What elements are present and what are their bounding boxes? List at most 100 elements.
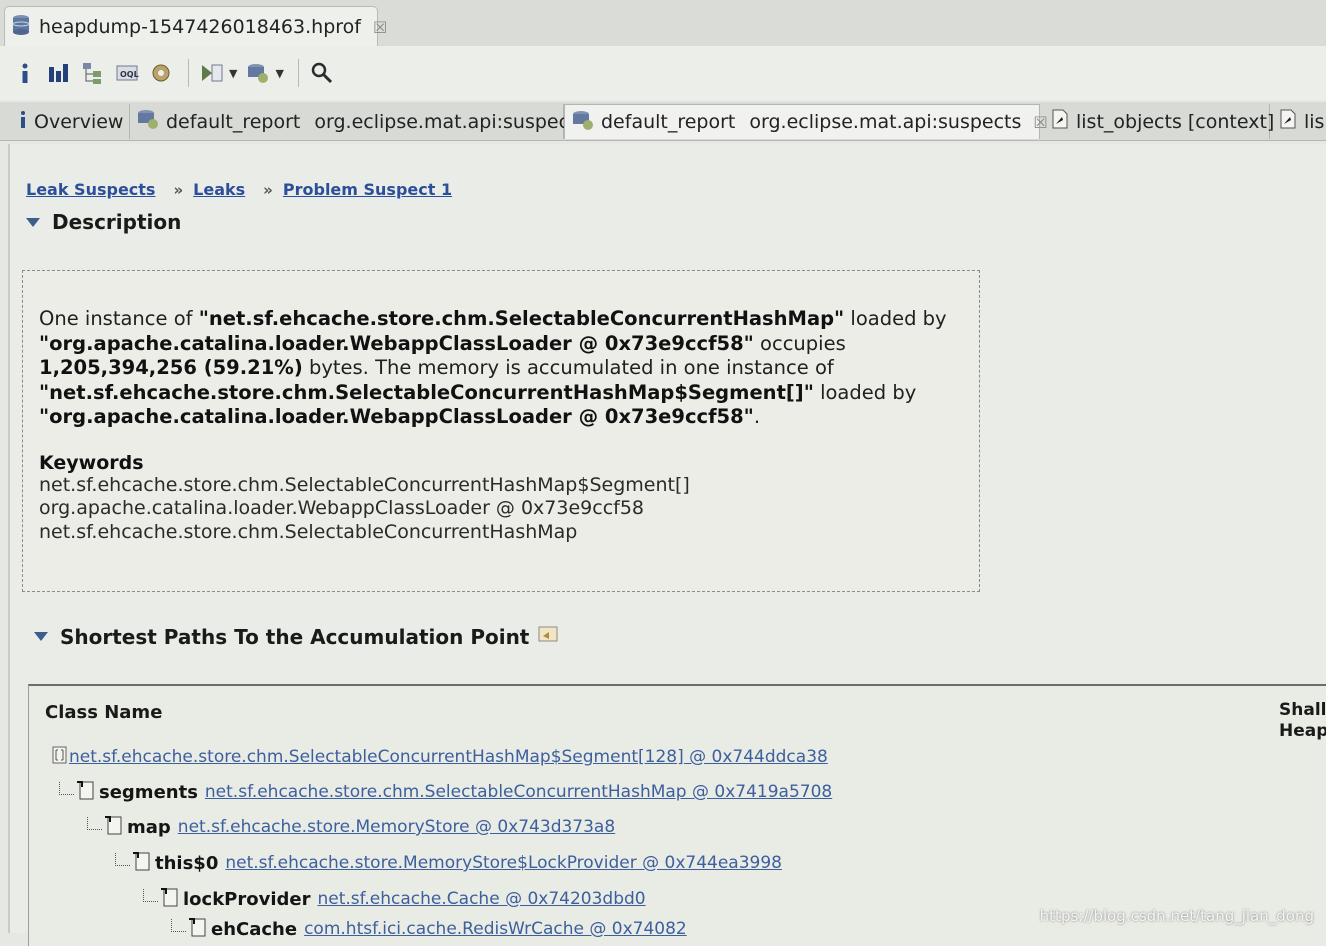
collapse-triangle-icon[interactable] [34, 632, 48, 641]
tab-label: Overview [34, 110, 124, 133]
tab-list-objects[interactable]: list_objects [context] [1044, 104, 1274, 139]
details-link-icon[interactable] [537, 624, 561, 649]
object-link[interactable]: com.htsf.ici.cache.RedisWrCache @ 0x7408… [304, 919, 687, 939]
description-heading: Description [52, 210, 182, 234]
tab-default-report-1[interactable]: default_report org.eclipse.mat.api:suspe… [130, 104, 586, 139]
breadcrumb-separator: » [263, 180, 273, 199]
header-line: Heap [1279, 721, 1326, 741]
reports-icon[interactable] [243, 58, 273, 88]
breadcrumb: Leak Suspects » Leaks » Problem Suspect … [26, 180, 452, 199]
histogram-icon[interactable] [44, 58, 74, 88]
toolbar: OQL ▼ ▼ [0, 46, 1326, 100]
tree-connector [87, 816, 102, 830]
editor-title: heapdump-1547426018463.hprof [39, 16, 361, 38]
object-link[interactable]: net.sf.ehcache.store.MemoryStore$LockPro… [225, 853, 782, 873]
table-row[interactable]: map net.sf.ehcache.store.MemoryStore @ 0… [87, 812, 615, 842]
tree-connector [171, 918, 186, 932]
object-icon [76, 779, 96, 805]
search-icon[interactable] [307, 58, 337, 88]
retained-size-text: 1,205,394,256 (59.21%) [39, 356, 303, 380]
table-row[interactable]: net.sf.ehcache.store.chm.SelectableConcu… [51, 742, 828, 772]
keyword-item: org.apache.catalina.loader.WebappClassLo… [39, 497, 645, 520]
editor-tab[interactable]: heapdump-1547426018463.hprof ☒ [4, 6, 387, 47]
keyword-item: net.sf.ehcache.store.chm.SelectableConcu… [39, 520, 578, 543]
tab-default-report-2[interactable]: default_report org.eclipse.mat.api:suspe… [564, 104, 1048, 139]
object-icon [104, 814, 124, 840]
toolbar-separator [188, 59, 189, 87]
breadcrumb-leaks[interactable]: Leaks [193, 180, 245, 199]
array-icon [51, 745, 69, 769]
tab-label: lis [1304, 110, 1325, 133]
table-row[interactable]: ehCache com.htsf.ici.cache.RedisWrCache … [171, 914, 687, 944]
editor-title-bar: heapdump-1547426018463.hprof ☒ [0, 0, 1326, 47]
field-name: this$0 [155, 852, 219, 874]
description-text: One instance of "net.sf.ehcache.store.ch… [39, 307, 965, 430]
tree-connector [115, 852, 130, 866]
text-segment: bytes. The memory is accumulated in one … [302, 356, 834, 380]
run-expert-icon[interactable] [197, 58, 227, 88]
watermark: https://blog.csdn.net/tang_jian_dong [1039, 907, 1314, 925]
class-loader-text: "org.apache.catalina.loader.WebappClassL… [39, 331, 754, 355]
header-line: Shall [1279, 700, 1326, 720]
thread-overview-icon[interactable] [146, 58, 176, 88]
tab-label-suffix: org.eclipse.mat.api:suspects [314, 110, 587, 133]
svg-text:OQL: OQL [120, 70, 139, 79]
column-header-shallow-heap[interactable]: Shall Heap [1279, 700, 1326, 742]
field-name: lockProvider [183, 888, 311, 910]
object-link[interactable]: net.sf.ehcache.store.MemoryStore @ 0x743… [178, 817, 615, 837]
keyword-item: net.sf.ehcache.store.chm.SelectableConcu… [39, 473, 690, 496]
chevron-down-icon[interactable]: ▼ [229, 67, 237, 80]
tab-label: default_report [601, 111, 736, 133]
object-link[interactable]: net.sf.ehcache.store.chm.SelectableConcu… [205, 782, 832, 802]
chevron-down-icon[interactable]: ▼ [275, 67, 283, 80]
column-header-class-name[interactable]: Class Name [45, 702, 162, 723]
reports-icon [136, 107, 160, 136]
tab-label: list_objects [context] [1076, 110, 1275, 133]
text-segment: loaded by [844, 307, 947, 330]
class-name-text: "net.sf.ehcache.store.chm.SelectableConc… [198, 307, 845, 330]
field-name: segments [99, 781, 198, 803]
list-objects-icon [1278, 108, 1298, 135]
description-toggle[interactable]: Description [26, 210, 181, 234]
dominator-tree-icon[interactable] [78, 58, 108, 88]
tab-list-objects-2[interactable]: lis [1272, 104, 1326, 139]
object-link[interactable]: net.sf.ehcache.Cache @ 0x74203dbd0 [318, 889, 646, 909]
description-box: One instance of "net.sf.ehcache.store.ch… [22, 270, 980, 592]
class-name-text: "net.sf.ehcache.store.chm.SelectableConc… [39, 380, 814, 404]
paths-heading: Shortest Paths To the Accumulation Point [60, 624, 530, 649]
paths-toggle[interactable]: Shortest Paths To the Accumulation Point [34, 624, 561, 649]
object-icon [160, 886, 180, 912]
heap-dump-icon [11, 13, 31, 41]
class-loader-text: "org.apache.catalina.loader.WebappClassL… [39, 405, 754, 429]
field-name: ehCache [211, 918, 298, 940]
text-segment: . [753, 405, 761, 429]
tab-overview[interactable]: Overview [8, 104, 130, 139]
oql-icon[interactable]: OQL [112, 58, 142, 88]
text-segment: One instance of [39, 307, 199, 330]
close-icon[interactable]: ☒ [373, 18, 387, 37]
list-objects-icon [1050, 108, 1070, 135]
result-tabs: Overview default_report org.eclipse.mat.… [0, 102, 1326, 141]
collapse-triangle-icon[interactable] [26, 217, 40, 227]
text-segment: loaded by [813, 380, 917, 404]
field-name: map [127, 816, 171, 838]
report-content: Leak Suspects » Leaks » Problem Suspect … [8, 144, 1326, 946]
table-row[interactable]: segments net.sf.ehcache.store.chm.Select… [59, 777, 832, 807]
object-link[interactable]: net.sf.ehcache.store.chm.SelectableConcu… [69, 747, 828, 767]
breadcrumb-problem-suspect[interactable]: Problem Suspect 1 [283, 180, 452, 199]
tree-connector [59, 781, 74, 795]
tree-connector [143, 888, 158, 902]
object-icon [188, 916, 208, 942]
text-segment: occupies [753, 331, 846, 355]
info-icon[interactable] [10, 58, 40, 88]
table-row[interactable]: lockProvider net.sf.ehcache.Cache @ 0x74… [143, 884, 646, 914]
table-row[interactable]: this$0 net.sf.ehcache.store.MemoryStore$… [115, 848, 782, 878]
info-icon [18, 109, 28, 134]
tab-label-suffix: org.eclipse.mat.api:suspects [749, 111, 1022, 133]
breadcrumb-leak-suspects[interactable]: Leak Suspects [26, 180, 155, 199]
tab-label: default_report [166, 110, 301, 133]
object-icon [132, 850, 152, 876]
breadcrumb-separator: » [173, 180, 184, 199]
toolbar-separator [297, 59, 299, 87]
reports-icon [571, 108, 595, 137]
